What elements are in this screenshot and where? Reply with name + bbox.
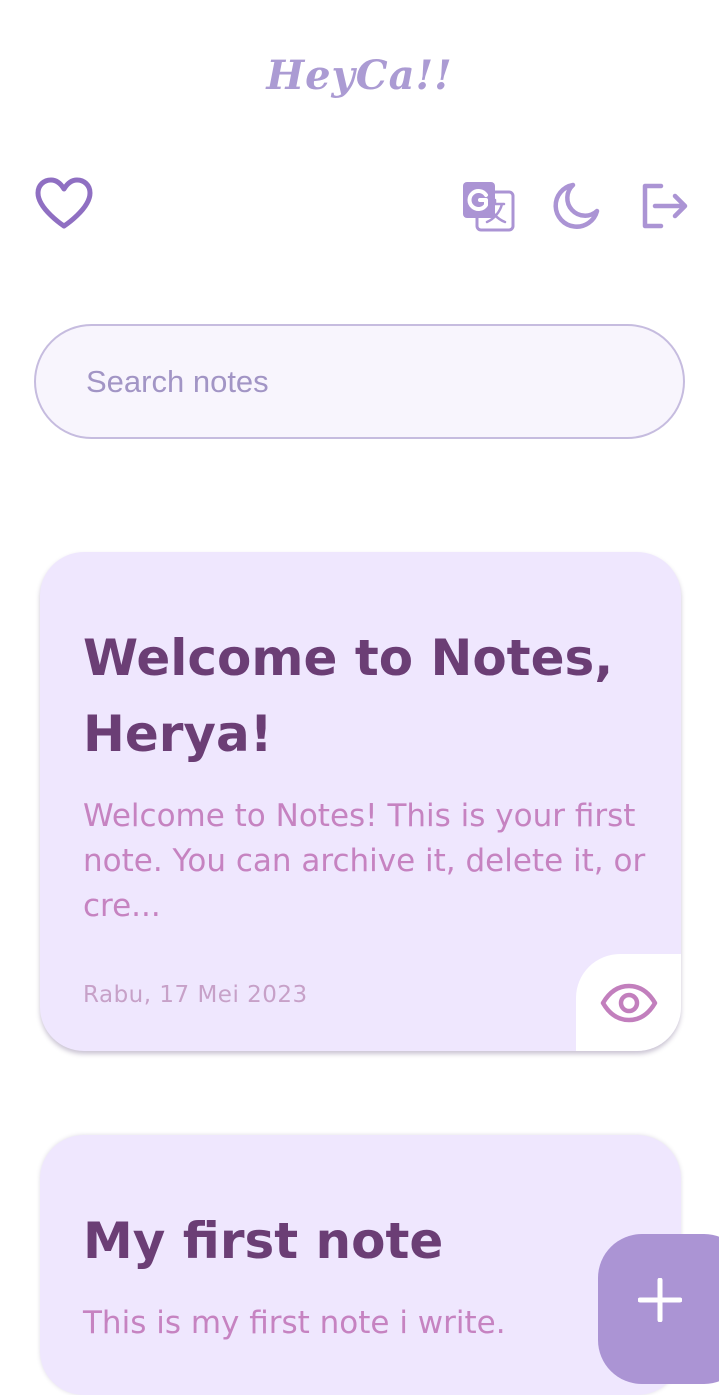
moon-icon: [553, 182, 600, 229]
favorites-button[interactable]: [30, 172, 98, 236]
note-body: This is my first note i write.: [83, 1305, 506, 1341]
eye-icon: [600, 983, 657, 1022]
note-date: Rabu, 17 Mei 2023: [83, 982, 308, 1008]
logout-icon: [642, 183, 688, 229]
theme-toggle-button[interactable]: [548, 178, 604, 234]
add-note-button[interactable]: [598, 1234, 719, 1384]
view-note-button[interactable]: [576, 954, 681, 1051]
translate-icon: [463, 182, 515, 232]
translate-button[interactable]: [458, 178, 518, 236]
logout-button[interactable]: [636, 178, 692, 234]
plus-icon: [638, 1278, 682, 1322]
heart-icon: [35, 177, 93, 229]
note-title: Welcome to Notes, Herya!: [83, 629, 614, 763]
note-body: Welcome to Notes! This is your first not…: [83, 798, 646, 924]
note-card[interactable]: Welcome to Notes, Herya! Welcome to Note…: [40, 552, 681, 1051]
search-input[interactable]: [34, 324, 685, 439]
note-card[interactable]: My first note This is my first note i wr…: [40, 1135, 681, 1395]
app-title: HeyCa!!: [266, 52, 453, 99]
note-title: My first note: [83, 1212, 444, 1270]
